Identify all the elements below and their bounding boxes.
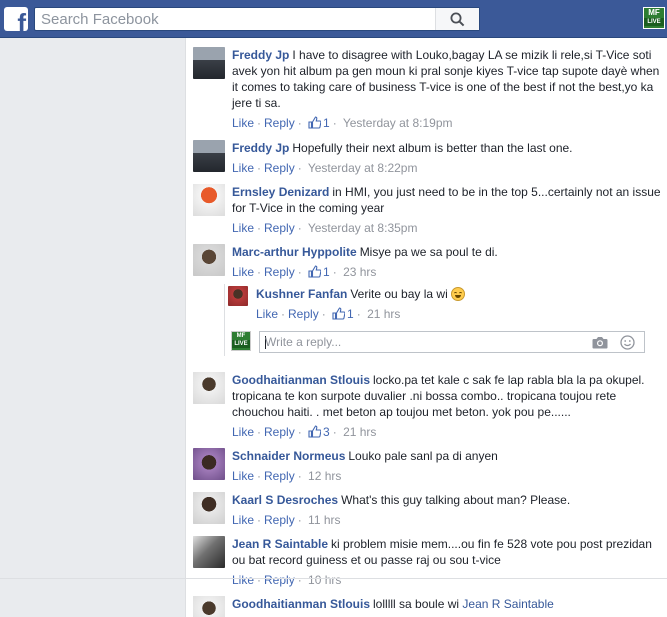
reply-input[interactable] [260,332,590,352]
comment-author[interactable]: Jean R Saintable [232,537,328,551]
reply-text: Verite ou bay la wi [350,287,448,301]
emoji-picker-icon[interactable] [620,335,635,350]
comment-actions: Like · Reply · 10 hrs [232,573,342,587]
comment-actions: Like · Reply · 3 · 21 hrs [232,425,377,439]
search-input[interactable] [35,8,439,30]
grinning-emoji-icon [451,287,466,301]
timestamp[interactable]: 10 hrs [308,573,341,587]
timestamp[interactable]: Yesterday at 8:35pm [308,221,418,235]
reply-box [259,331,645,353]
comment-text: I have to disagree with Louko,bagay LA s… [232,48,660,110]
timestamp[interactable]: 11 hrs [308,513,340,527]
avatar[interactable] [193,372,225,404]
comment-author[interactable]: Goodhaitianman Stlouis [232,597,370,611]
avatar[interactable] [193,244,225,276]
reply-link[interactable]: Reply [264,161,295,175]
like-count[interactable]: 1 [308,265,330,279]
like-link[interactable]: Like [232,425,254,439]
reply-link[interactable]: Reply [264,425,295,439]
reply-author[interactable]: Kushner Fanfan [256,287,347,301]
comment-author[interactable]: Freddy Jp [232,48,289,62]
timestamp[interactable]: 21 hrs [343,425,376,439]
reply-link[interactable]: Reply [288,307,319,321]
thumbs-up-icon [308,265,322,278]
like-link[interactable]: Like [232,221,254,235]
comment-author[interactable]: Goodhaitianman Stlouis [232,373,370,387]
search-box [34,7,480,31]
comment-author[interactable]: Kaarl S Desroches [232,493,338,507]
comment-author[interactable]: Freddy Jp [232,141,289,155]
comment-author[interactable]: Ernsley Denizard [232,185,329,199]
reply-link[interactable]: Reply [264,116,295,130]
camera-icon[interactable] [592,336,608,349]
timestamp[interactable]: 21 hrs [367,307,400,321]
bottom-edge [0,578,667,579]
avatar[interactable] [193,140,225,172]
comment-actions: Like · Reply · 11 hrs [232,513,341,527]
comment-actions: Like · Reply · 1 · Yesterday at 8:19pm [232,116,453,130]
like-count[interactable]: 1 [308,116,330,130]
top-navigation-bar: f MF LIVE [0,0,667,38]
page-logo-avatar[interactable]: MF LIVE [643,7,665,29]
like-link[interactable]: Like [232,161,254,175]
timestamp[interactable]: 23 hrs [343,265,376,279]
avatar[interactable] [193,596,225,617]
avatar[interactable] [193,492,225,524]
comment-actions: Like · Reply · 12 hrs [232,469,342,483]
comment-text: Hopefully their next album is better tha… [292,141,573,155]
reply-link[interactable]: Reply [264,469,295,483]
like-count[interactable]: 3 [308,425,330,439]
comment-actions: Like · Reply · Yesterday at 8:22pm [232,161,418,175]
avatar: MF LIVE [231,331,251,351]
comment-text: lolllll sa boule wi [373,597,460,611]
reply-actions: Like · Reply · 1 · 21 hrs [256,307,401,321]
like-link[interactable]: Like [256,307,278,321]
like-link[interactable]: Like [232,469,254,483]
comments-feed: Freddy Jp I have to disagree with Louko,b… [185,38,667,617]
avatar[interactable] [193,448,225,480]
avatar[interactable] [193,184,225,216]
reply-form: MF LIVE [231,331,645,355]
timestamp[interactable]: 12 hrs [308,469,341,483]
reply-link[interactable]: Reply [264,221,295,235]
facebook-logo-icon[interactable]: f [4,7,28,31]
comment-text: Misye pa we sa poul te di. [359,245,498,259]
avatar[interactable] [193,47,225,79]
mention-link[interactable]: Jean R Saintable [462,597,553,611]
like-link[interactable]: Like [232,265,254,279]
like-link[interactable]: Like [232,116,254,130]
comment-text: What's this guy talking about man? Pleas… [341,493,571,507]
comment-actions: Like · Reply · Yesterday at 8:35pm [232,221,418,235]
like-link[interactable]: Like [232,573,254,587]
like-count[interactable]: 1 [332,307,354,321]
search-button[interactable] [435,8,479,30]
reply-thread-line [224,284,225,356]
avatar[interactable] [193,536,225,568]
comment-author[interactable]: Marc-arthur Hyppolite [232,245,357,259]
reply-link[interactable]: Reply [264,573,295,587]
reply-link[interactable]: Reply [264,265,295,279]
avatar[interactable] [228,286,248,306]
timestamp[interactable]: Yesterday at 8:22pm [308,161,418,175]
comment-text: Louko pale sanl pa di anyen [348,449,498,463]
timestamp[interactable]: Yesterday at 8:19pm [343,116,453,130]
left-column [0,38,185,617]
thumbs-up-icon [332,307,346,320]
thumbs-up-icon [308,425,322,438]
thumbs-up-icon [308,116,322,129]
comment-author[interactable]: Schnaider Normeus [232,449,345,463]
reply-link[interactable]: Reply [264,513,295,527]
search-icon [450,12,465,27]
like-link[interactable]: Like [232,513,254,527]
comment-actions: Like · Reply · 1 · 23 hrs [232,265,377,279]
